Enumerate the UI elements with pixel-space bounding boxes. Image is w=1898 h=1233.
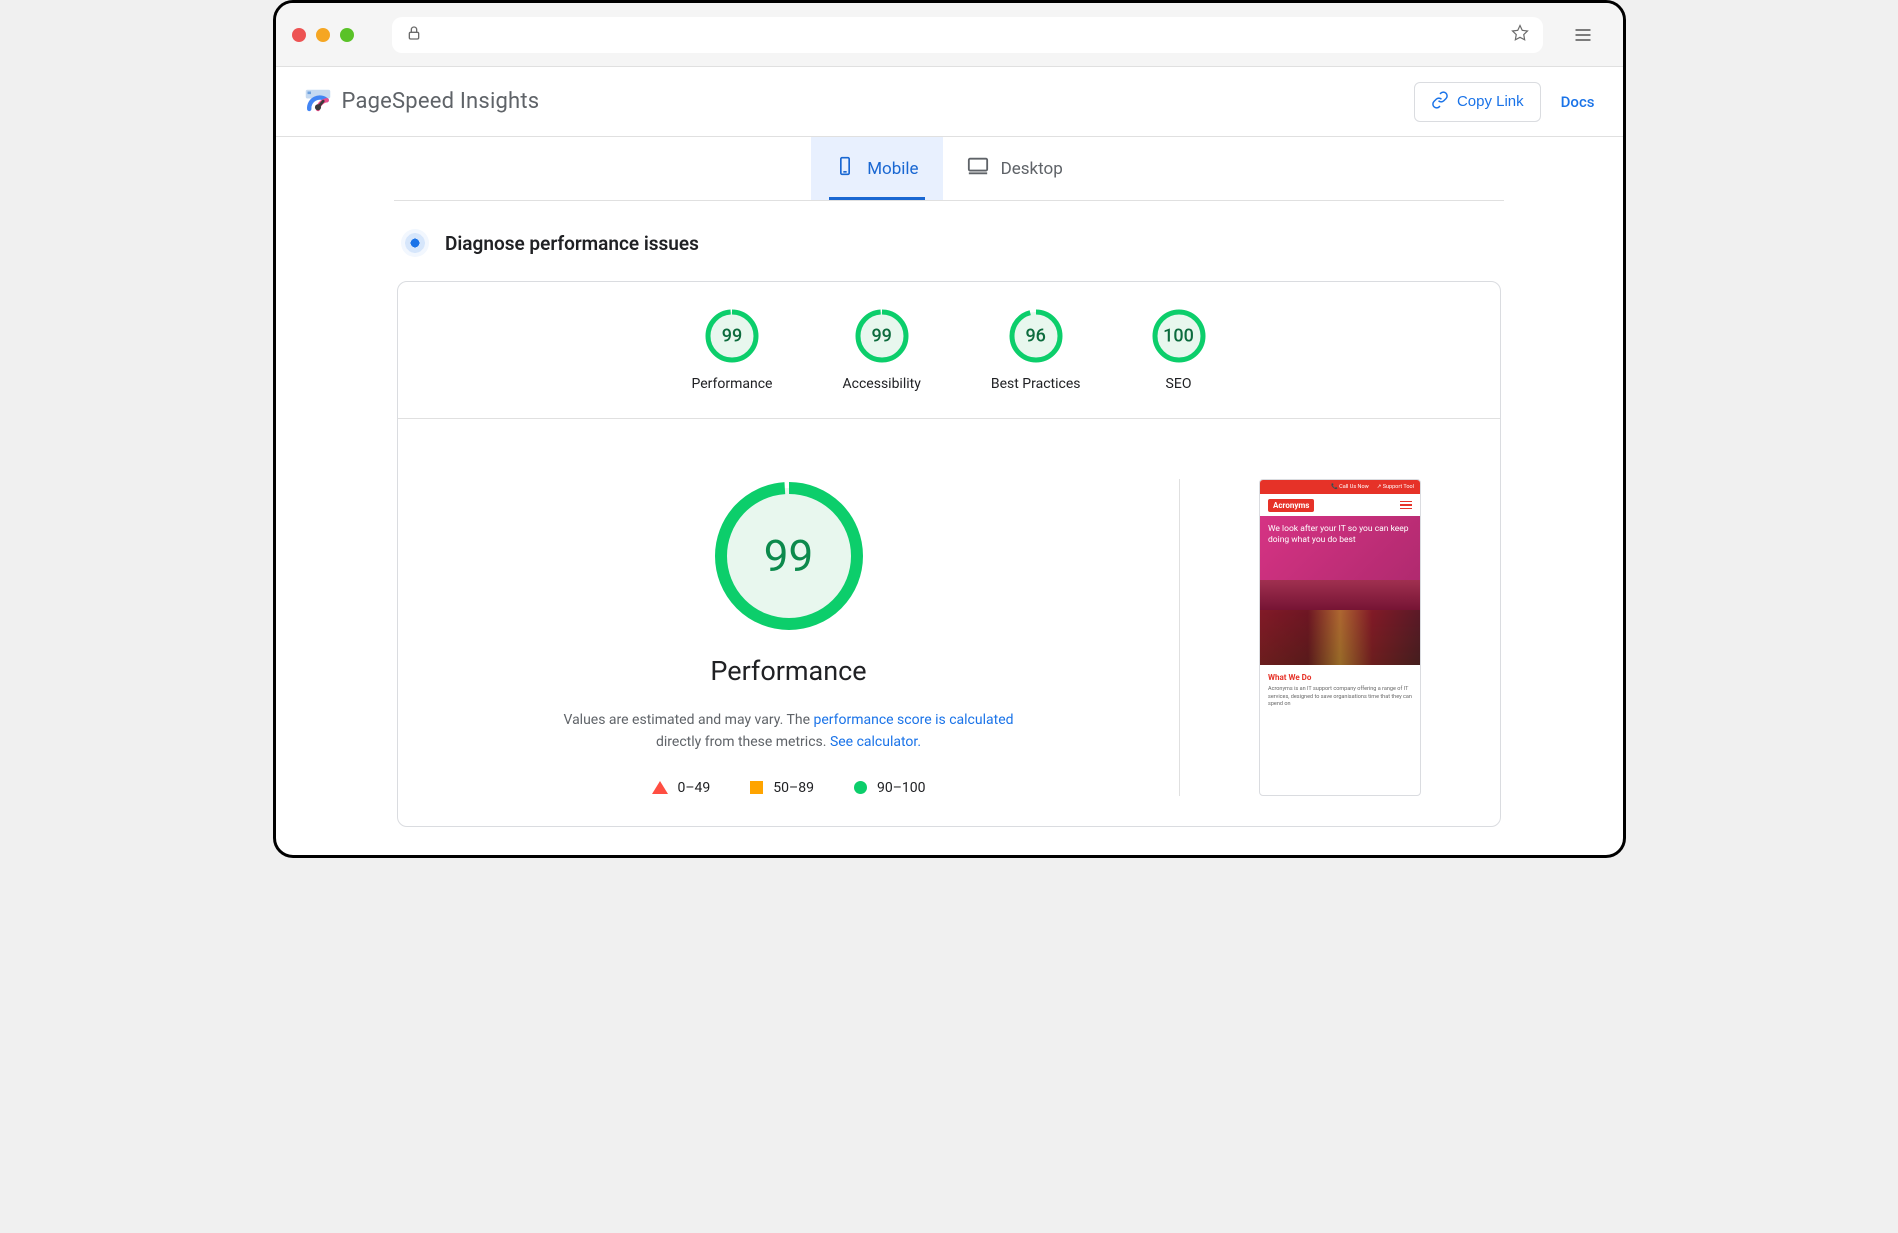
bookmark-star-icon[interactable] — [1511, 24, 1529, 46]
hamburger-icon — [1400, 501, 1412, 510]
preview-what-we-do: What We Do Acronyms is an IT support com… — [1260, 665, 1420, 717]
score-legend: 0–49 50–89 90–100 — [652, 780, 926, 796]
preview-hero: We look after your IT so you can keep do… — [1260, 516, 1420, 580]
address-bar[interactable] — [392, 17, 1543, 53]
score-best-practices[interactable]: 96 Best Practices — [991, 308, 1081, 392]
app-header: PageSpeed Insights Copy Link Docs — [276, 67, 1623, 137]
scores-row: 99 Performance 99 Accessibility — [398, 282, 1500, 419]
browser-window: PageSpeed Insights Copy Link Docs — [273, 0, 1626, 858]
preview-header: Acronyms — [1260, 494, 1420, 516]
content-area: Diagnose performance issues 99 Performan… — [369, 201, 1529, 855]
tab-desktop-label: Desktop — [1001, 159, 1063, 179]
legend-fail: 0–49 — [652, 780, 711, 796]
detail-section: 99 Performance Values are estimated and … — [398, 419, 1500, 826]
score-accessibility[interactable]: 99 Accessibility — [843, 308, 921, 392]
report-card: 99 Performance 99 Accessibility — [397, 281, 1501, 827]
performance-description: Values are estimated and may vary. The p… — [559, 709, 1019, 754]
score-performance[interactable]: 99 Performance — [692, 308, 773, 392]
lock-icon — [406, 25, 422, 45]
score-label: Accessibility — [843, 376, 921, 392]
score-seo[interactable]: 100 SEO — [1151, 308, 1207, 392]
diagnose-icon — [401, 229, 429, 257]
preview-photo — [1260, 580, 1420, 665]
see-calculator-link[interactable]: See calculator. — [830, 734, 921, 750]
score-value: 100 — [1163, 326, 1194, 347]
header-actions: Copy Link Docs — [1414, 82, 1595, 122]
diagnose-header: Diagnose performance issues — [397, 229, 1501, 257]
site-screenshot: 📞 Call Us Now ↗ Support Tool Acronyms We… — [1259, 479, 1421, 796]
performance-detail: 99 Performance Values are estimated and … — [438, 479, 1180, 796]
score-value: 99 — [871, 326, 891, 347]
pagespeed-logo-icon — [304, 88, 332, 116]
score-label: SEO — [1166, 376, 1192, 392]
tab-mobile[interactable]: Mobile — [811, 137, 942, 200]
preview-logo: Acronyms — [1268, 499, 1314, 512]
tab-mobile-label: Mobile — [867, 159, 918, 179]
legend-pass: 90–100 — [854, 780, 926, 796]
score-gauge-icon: 96 — [1008, 308, 1064, 364]
score-gauge-icon: 99 — [854, 308, 910, 364]
link-icon — [1431, 91, 1449, 113]
docs-link[interactable]: Docs — [1561, 93, 1595, 111]
traffic-lights — [292, 28, 354, 42]
window-minimize-button[interactable] — [316, 28, 330, 42]
square-icon — [750, 781, 763, 794]
score-calculated-link[interactable]: performance score is calculated — [813, 712, 1013, 728]
preview-topbar: 📞 Call Us Now ↗ Support Tool — [1260, 480, 1420, 494]
performance-heading: Performance — [710, 655, 866, 687]
score-value: 99 — [722, 326, 742, 347]
tab-desktop[interactable]: Desktop — [943, 137, 1087, 200]
score-value: 96 — [1025, 326, 1045, 347]
window-maximize-button[interactable] — [340, 28, 354, 42]
copy-link-label: Copy Link — [1457, 93, 1524, 110]
legend-average: 50–89 — [750, 780, 814, 796]
triangle-icon — [652, 781, 668, 794]
mobile-icon — [835, 156, 855, 181]
score-gauge-icon: 100 — [1151, 308, 1207, 364]
app-logo[interactable]: PageSpeed Insights — [304, 88, 540, 116]
circle-icon — [854, 781, 867, 794]
desktop-icon — [967, 155, 989, 182]
diagnose-title: Diagnose performance issues — [445, 232, 699, 255]
browser-toolbar — [276, 3, 1623, 67]
app-title: PageSpeed Insights — [342, 89, 540, 114]
preview-panel: 📞 Call Us Now ↗ Support Tool Acronyms We… — [1180, 479, 1460, 796]
window-close-button[interactable] — [292, 28, 306, 42]
score-gauge-icon: 99 — [704, 308, 760, 364]
score-label: Performance — [692, 376, 773, 392]
performance-gauge-icon: 99 — [712, 479, 866, 633]
device-tabs: Mobile Desktop — [394, 137, 1504, 201]
performance-score-value: 99 — [764, 530, 813, 582]
score-label: Best Practices — [991, 376, 1081, 392]
copy-link-button[interactable]: Copy Link — [1414, 82, 1541, 122]
browser-menu-button[interactable] — [1559, 25, 1607, 45]
